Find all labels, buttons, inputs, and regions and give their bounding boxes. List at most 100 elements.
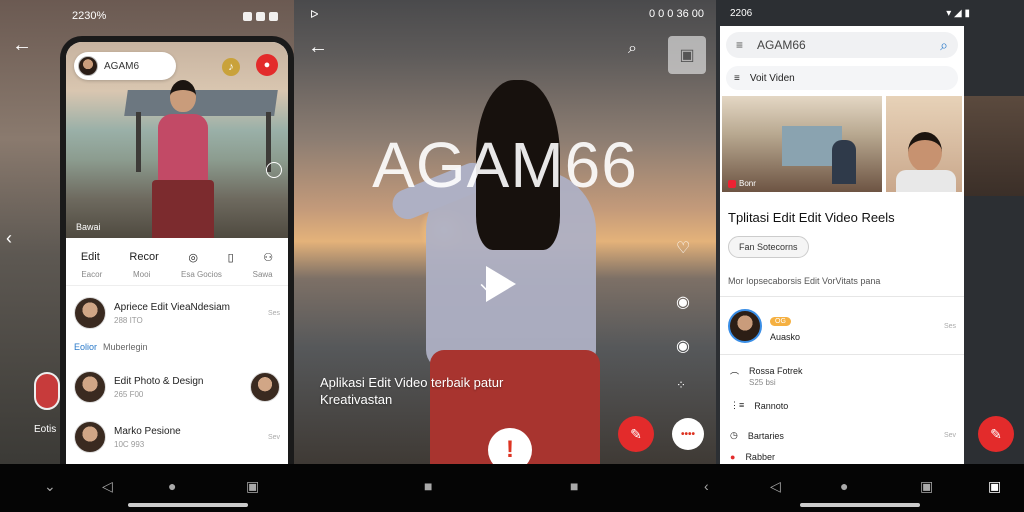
result-row-title: Rannoto xyxy=(754,400,789,411)
record-icon: ● xyxy=(730,452,736,462)
chevron-left-icon[interactable]: ‹ xyxy=(6,228,12,249)
edit-fab-icon[interactable]: ✎ xyxy=(618,416,654,452)
person-figure xyxy=(832,140,856,184)
result-row-title: Rabber xyxy=(745,452,775,462)
tab-edit[interactable]: Edit xyxy=(81,251,100,263)
nav-back-icon[interactable]: ◁ xyxy=(102,478,113,495)
channel-row[interactable]: OG Auasko Ses xyxy=(728,306,956,346)
result-row-sub: S25 bsi xyxy=(749,378,776,387)
alert-button[interactable]: ! xyxy=(488,428,532,464)
spiral-icon[interactable]: ◎ xyxy=(188,251,198,264)
left-record-button[interactable] xyxy=(34,372,60,410)
section-label-text: Eolior xyxy=(74,342,98,352)
wifi-icon xyxy=(243,11,252,21)
battery-icon xyxy=(269,11,278,21)
search-results-card: ≡ AGAM66 ⌕ ≡ Voit Viden Bonr Tplitasi Ed… xyxy=(720,26,964,464)
gallery-icon[interactable]: ▣ xyxy=(668,36,706,74)
result-row[interactable]: ● Rabber xyxy=(730,452,956,462)
background-thumbnail xyxy=(964,96,1024,196)
search-icon[interactable]: ⌕ xyxy=(940,37,948,54)
list-icon: ⋮≡ xyxy=(730,400,745,410)
menu-row[interactable]: ≡ Voit Viden xyxy=(726,66,958,90)
gesture-pill xyxy=(128,503,248,507)
menu-icon[interactable]: ≡ xyxy=(734,73,740,84)
tab-sub-label: Sawa xyxy=(252,270,273,279)
music-icon[interactable]: ♪ xyxy=(222,58,240,76)
section-label: Eolior Muberlegin xyxy=(74,342,148,352)
result-row[interactable]: ◷ Bartaries Sev xyxy=(730,430,956,441)
phone-mockup: Bawai AGAM6 ♪ ● Edit Recor ◎ ▯ ⚇ Eacor M… xyxy=(60,36,294,464)
list-item-title: Marko Pesione xyxy=(114,425,181,437)
share-icon[interactable]: ◉ xyxy=(676,336,690,356)
user-pill[interactable]: AGAM6 xyxy=(74,52,176,80)
record-icon[interactable]: ● xyxy=(256,54,278,76)
nav-home-icon[interactable]: ● xyxy=(840,478,848,494)
person-head xyxy=(170,80,196,112)
nav-recents-icon[interactable]: ▣ xyxy=(246,478,259,495)
nav-square-icon[interactable]: ■ xyxy=(570,478,578,494)
search-input[interactable]: AGAM66 xyxy=(757,38,926,52)
person-skirt xyxy=(152,180,214,238)
edit-fab-icon[interactable]: ✎ xyxy=(978,416,1014,452)
video-player[interactable]: ᐅ 0 0 0 36 00 ← ⌕ ▣ AGAM66 ♡ ◉ ◉ ⁘ Aplik… xyxy=(294,0,716,464)
nav-home-icon[interactable]: ● xyxy=(168,478,176,494)
result-row-title: Rossa Fotrek xyxy=(749,366,803,376)
clipboard-icon[interactable]: ▯ xyxy=(228,251,234,264)
nav-back-icon[interactable]: ‹ xyxy=(704,478,709,494)
grid-icon[interactable]: ⁘ xyxy=(676,378,686,392)
status-right: 0 0 0 36 00 xyxy=(648,8,704,20)
profile-icon[interactable]: ⚇ xyxy=(263,251,273,264)
status-time: 2230% xyxy=(72,10,107,22)
comment-icon[interactable]: ◉ xyxy=(676,292,690,312)
result-description: Mor Iopsecaborsis Edit VorVitats pana xyxy=(728,276,881,286)
list-item[interactable]: Marko Pesione 10C 993 Sev xyxy=(66,414,288,460)
status-bar: 2230% xyxy=(72,8,278,24)
nav-gallery-icon[interactable]: ▣ xyxy=(988,478,1001,495)
filter-chip[interactable]: Fan Sotecorns xyxy=(728,236,809,258)
person-head xyxy=(908,132,942,172)
result-row[interactable]: ⋮≡ Rannoto xyxy=(730,400,956,411)
gazebo-post xyxy=(136,112,141,172)
result-row-title: Bartaries xyxy=(747,430,784,441)
avatar xyxy=(78,56,98,76)
tab-sub-label: Esa Gocios xyxy=(181,270,222,279)
chevron-down-icon[interactable]: ⌄ xyxy=(44,478,56,495)
avatar xyxy=(74,371,106,403)
hamburger-icon[interactable]: ≡ xyxy=(736,38,743,52)
list-item[interactable]: Apriece Edit VieaNdesiam 288 ITO Ses xyxy=(66,290,288,336)
tab-record[interactable]: Recor xyxy=(129,251,158,263)
nav-square-icon[interactable]: ■ xyxy=(424,478,432,494)
video-thumbnail[interactable]: Bonr xyxy=(722,96,882,192)
list-item[interactable]: Edit Photo & Design 265 F00 xyxy=(66,364,288,410)
signal-icon xyxy=(256,11,265,21)
left-side-label: Eotis xyxy=(34,424,57,435)
channel-name: Auasko xyxy=(770,332,801,342)
result-row-meta: Sev xyxy=(943,432,956,439)
status-time: 2206 xyxy=(730,8,753,19)
video-title: AGAM66 xyxy=(372,129,638,201)
more-options-button[interactable]: •••• xyxy=(672,418,704,450)
back-arrow-icon[interactable]: ← xyxy=(308,36,328,59)
heart-icon[interactable]: ♡ xyxy=(676,238,690,258)
search-icon[interactable]: ⌕ xyxy=(628,40,637,58)
list-item-sub: 265 F00 xyxy=(114,389,144,399)
back-arrow-icon[interactable]: ← xyxy=(12,34,32,57)
play-icon[interactable] xyxy=(486,266,516,302)
result-row[interactable]: ⌒ Rossa Fotrek S25 bsi xyxy=(730,366,956,387)
phone-screen: Bawai AGAM6 ♪ ● Edit Recor ◎ ▯ ⚇ Eacor M… xyxy=(66,42,288,464)
avatar xyxy=(74,297,106,329)
thumbnail-caption: Bonr xyxy=(728,179,756,188)
search-bar[interactable]: ≡ AGAM66 ⌕ xyxy=(726,32,958,58)
status-bar: 2206 ▾ ◢ ▮ xyxy=(730,8,970,19)
nav-recents-icon[interactable]: ▣ xyxy=(920,478,933,495)
avatar xyxy=(728,309,762,343)
channel-meta: Ses xyxy=(943,322,956,330)
video-thumbnail[interactable] xyxy=(886,96,962,192)
divider xyxy=(720,296,964,297)
comment-icon[interactable] xyxy=(266,162,282,178)
channel-badge: OG xyxy=(770,317,791,326)
result-heading[interactable]: Tplitasi Edit Edit Video Reels xyxy=(728,210,895,225)
video-caption: Aplikasi Edit Video terbaik patur Kreati… xyxy=(320,375,504,407)
nav-back-icon[interactable]: ◁ xyxy=(770,478,781,495)
avatar xyxy=(74,421,106,453)
